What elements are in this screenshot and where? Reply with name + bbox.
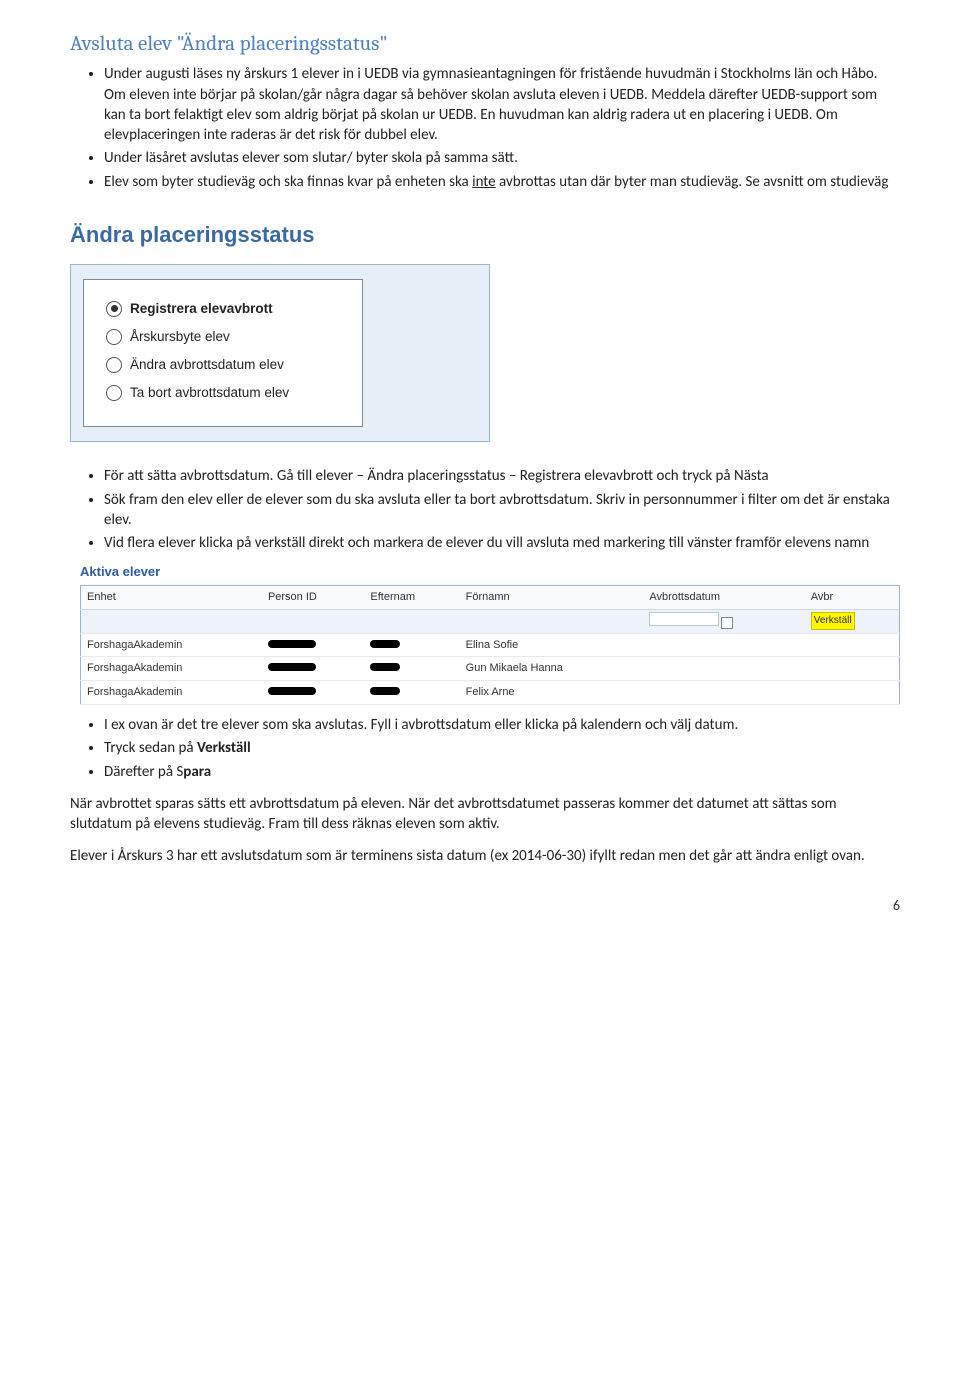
table-header: Person ID: [262, 585, 364, 609]
list-item: Elev som byter studieväg och ska finnas …: [104, 172, 900, 192]
radio-option[interactable]: Ta bort avbrottsdatum elev: [106, 384, 340, 402]
redacted-icon: [268, 687, 316, 695]
screenshot2-table: EnhetPerson IDEfternamFörnamnAvbrottsdat…: [80, 585, 900, 705]
radio-label: Ändra avbrottsdatum elev: [130, 356, 284, 374]
redacted-icon: [268, 663, 316, 671]
radio-option[interactable]: Årskursbyte elev: [106, 328, 340, 346]
radio-label: Registrera elevavbrott: [130, 300, 273, 318]
list-item: Under augusti läses ny årskurs 1 elever …: [104, 64, 900, 145]
radio-icon: [106, 385, 122, 401]
paragraph-2: Elever i Årskurs 3 har ett avslutsdatum …: [70, 846, 900, 866]
radio-label: Ta bort avbrottsdatum elev: [130, 384, 289, 402]
page-title: Avsluta elev "Ändra placeringsstatus": [70, 30, 900, 58]
redacted-icon: [370, 687, 400, 695]
list-item: Tryck sedan på Verkställ: [104, 738, 900, 758]
radio-option[interactable]: Registrera elevavbrott: [106, 300, 340, 318]
radio-icon: [106, 329, 122, 345]
table-row: ForshagaAkademinElina Sofie: [81, 633, 900, 657]
table-header: Avbrottsdatum: [643, 585, 804, 609]
calendar-icon[interactable]: [721, 617, 733, 629]
table-row: ForshagaAkademinFelix Arne: [81, 681, 900, 705]
redacted-icon: [370, 640, 400, 648]
radio-option[interactable]: Ändra avbrottsdatum elev: [106, 356, 340, 374]
redacted-icon: [268, 640, 316, 648]
filter-row: Verkställ: [81, 609, 900, 633]
table-header: Avbr: [805, 585, 900, 609]
screenshot1-radio-group: Registrera elevavbrott Årskursbyte elev Än…: [83, 279, 363, 428]
radio-icon: [106, 357, 122, 373]
screenshot-andra-placeringsstatus: Ändra placeringsstatus Registrera elevav…: [70, 210, 500, 443]
bullet-list-1: Under augusti läses ny årskurs 1 elever …: [70, 64, 900, 192]
screenshot2-heading: Aktiva elever: [80, 563, 900, 581]
page-number: 6: [70, 897, 900, 916]
list-item: Därefter på Spara: [104, 762, 900, 782]
date-filter-input[interactable]: [649, 612, 719, 626]
bullet-list-3: I ex ovan är det tre elever som ska avsl…: [70, 715, 900, 782]
screenshot1-heading: Ändra placeringsstatus: [70, 210, 500, 264]
bullet-list-2: För att sätta avbrottsdatum. Gå till ele…: [70, 466, 900, 553]
screenshot-aktiva-elever: Aktiva elever EnhetPerson IDEfternamFörn…: [80, 563, 900, 705]
paragraph-1: När avbrottet sparas sätts ett avbrottsd…: [70, 794, 900, 835]
list-item: Under läsåret avslutas elever som slutar…: [104, 148, 900, 168]
radio-icon: [106, 301, 122, 317]
redacted-icon: [370, 663, 400, 671]
table-header: Efternam: [364, 585, 459, 609]
screenshot1-panel: Registrera elevavbrott Årskursbyte elev Än…: [70, 264, 490, 443]
list-item: Vid flera elever klicka på verkställ dir…: [104, 533, 900, 553]
list-item: För att sätta avbrottsdatum. Gå till ele…: [104, 466, 900, 486]
verkstall-button[interactable]: Verkställ: [811, 612, 855, 630]
list-item: Sök fram den elev eller de elever som du…: [104, 490, 900, 531]
table-row: ForshagaAkademinGun Mikaela Hanna: [81, 657, 900, 681]
table-header: Enhet: [81, 585, 262, 609]
table-header: Förnamn: [460, 585, 644, 609]
radio-label: Årskursbyte elev: [130, 328, 230, 346]
list-item: I ex ovan är det tre elever som ska avsl…: [104, 715, 900, 735]
